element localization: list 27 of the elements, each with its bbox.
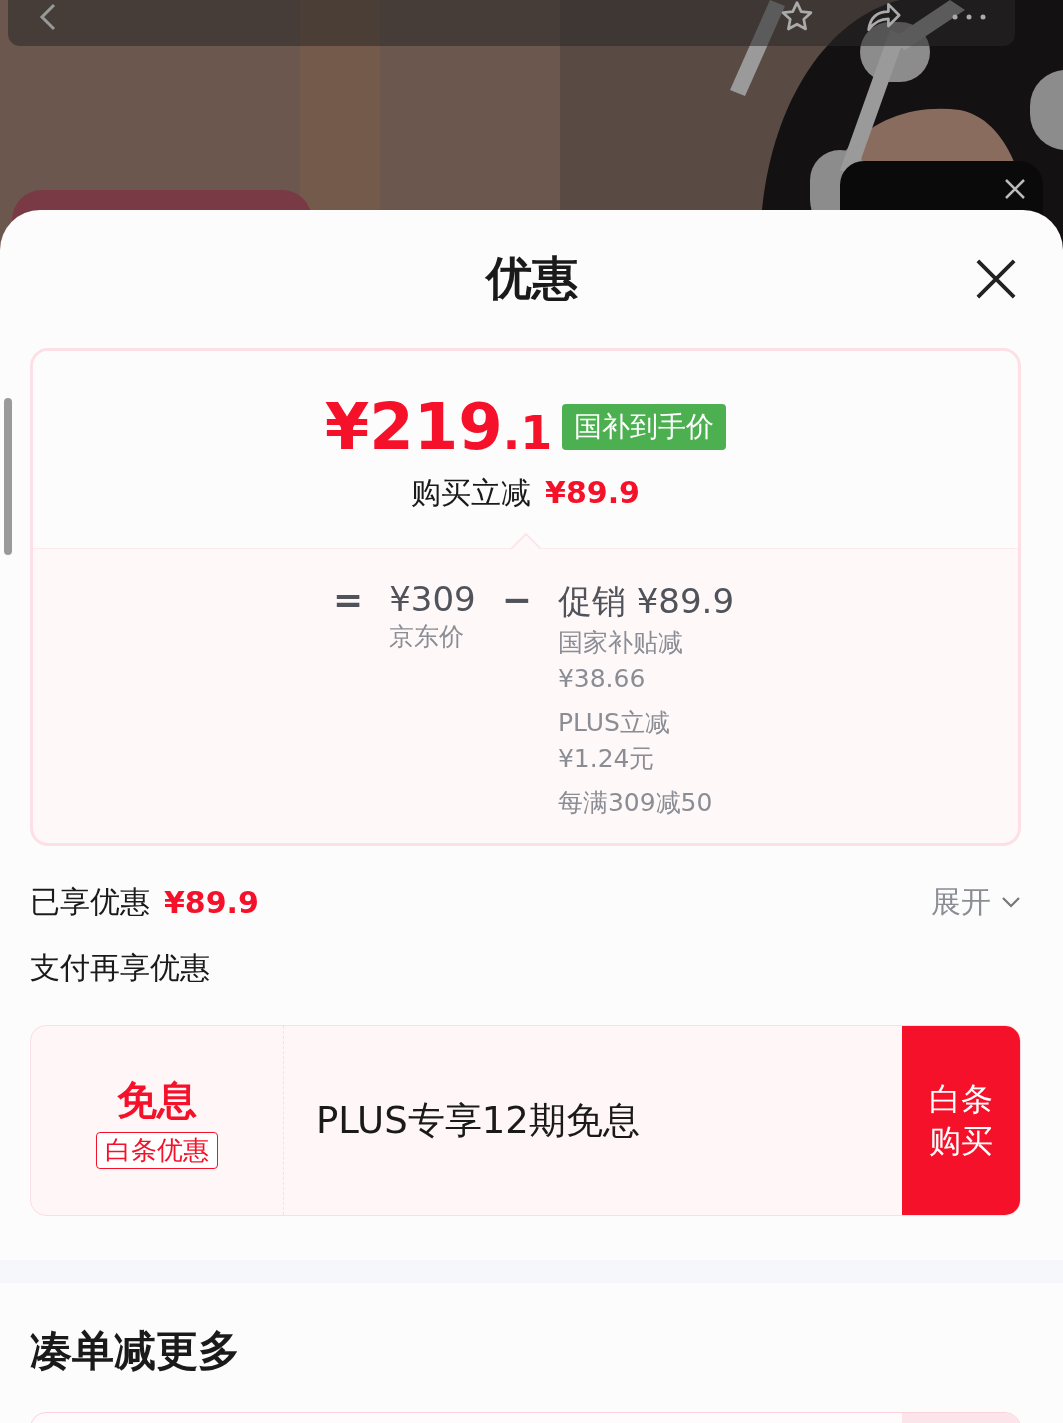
section-title: 凑单减更多 [30,1325,241,1377]
savings-amount: ¥89.9 [164,884,259,920]
discount-label: 购买立减 [411,474,532,512]
promo-label: PLUS立减 [557,707,670,739]
promo-total: 促销 ¥89.9 [557,580,735,623]
close-icon[interactable] [975,258,1017,300]
base-label: 京东价 [389,621,465,653]
discount-amount: ¥89.9 [545,475,640,510]
buy-button[interactable]: 白条购买 [902,1026,1020,1215]
expand-button[interactable]: 展开 [931,881,1021,923]
promo-amount: ¥38.66 [557,663,647,695]
back-icon[interactable] [38,2,58,32]
section-title: 支付再享优惠 [30,949,211,987]
offer-description: PLUS专享12期免息 [315,1097,641,1144]
minus-sign: − [501,579,532,620]
final-price: ¥219.1 [324,395,553,459]
equals-sign: = [333,579,364,620]
offer-headline: 免息 [117,1075,197,1125]
promo-amount: ¥1.24元 [557,743,656,775]
close-icon[interactable] [1003,177,1027,201]
promo-label: 每满309减50 [557,787,713,819]
base-price: ¥309 [389,579,476,619]
savings-label: 已享优惠 [30,882,150,921]
sheet-title: 优惠 [485,250,578,307]
price-tag: 国补到手价 [562,404,727,450]
promo-label: 国家补贴减 [557,627,683,659]
offer-badge: 白条优惠 [96,1131,218,1169]
